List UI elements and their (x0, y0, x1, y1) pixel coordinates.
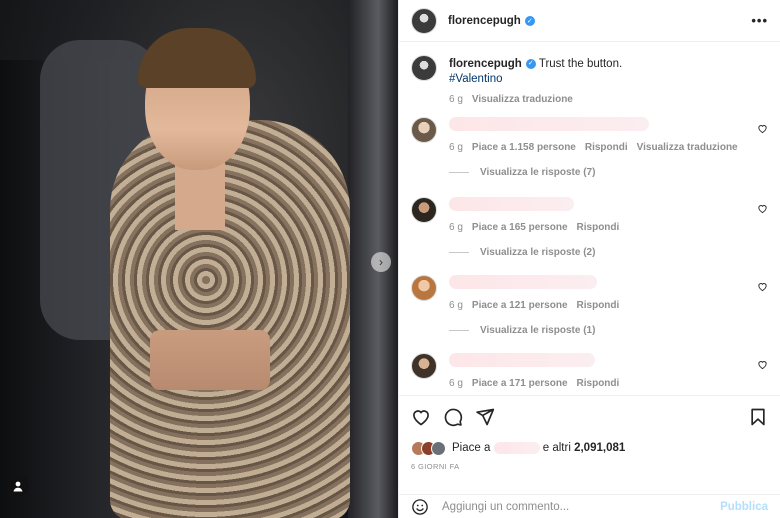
view-replies-label: Visualizza le risposte (2) (480, 247, 596, 258)
commenter-avatar[interactable] (411, 117, 437, 143)
redacted-comment (449, 197, 574, 211)
comment-reply[interactable]: Rispondi (577, 300, 620, 311)
caption-translate[interactable]: Visualizza traduzione (472, 94, 573, 105)
share-send-icon[interactable] (475, 407, 495, 427)
divider (449, 330, 469, 331)
caption-row: florencepugh ✓ Trust the button. #Valenti… (411, 55, 768, 105)
view-replies-button[interactable]: Visualizza le risposte (2) (449, 247, 750, 258)
post-date[interactable]: 6 GIORNI FA (411, 462, 460, 471)
heart-icon[interactable] (757, 203, 768, 214)
liker-avatar (431, 440, 446, 456)
post-photo[interactable]: › (0, 0, 398, 518)
caption-username[interactable]: florencepugh (449, 58, 522, 70)
commenter-avatar[interactable] (411, 275, 437, 301)
instagram-post-modal: › florencepugh ✓ ••• florencepugh ✓ Trust… (0, 0, 780, 518)
likes-count[interactable]: 2,091,081 (574, 442, 625, 454)
photo-midriff (150, 330, 270, 390)
redacted-comment (449, 117, 649, 131)
view-replies-label: Visualizza le risposte (1) (480, 325, 596, 336)
post-sidebar: florencepugh ✓ ••• florencepugh ✓ Trust t… (398, 0, 780, 518)
verified-badge-icon: ✓ (525, 58, 536, 69)
redacted-comment (449, 275, 597, 289)
comment-item: 6 g Piace a 171 persone Rispondi (411, 353, 768, 393)
photo-neck (175, 160, 225, 230)
comment-input[interactable]: Aggiungi un commento... (442, 501, 720, 513)
comment-item: 6 g Piace a 165 persone Rispondi Visuali… (411, 197, 768, 267)
likes-suffix: e altri (542, 442, 571, 455)
author-avatar[interactable] (411, 7, 437, 34)
view-replies-button[interactable]: Visualizza le risposte (7) (449, 167, 750, 178)
liker-avatars (411, 440, 446, 456)
emoji-icon[interactable] (411, 498, 429, 516)
comment-time[interactable]: 6 g (449, 300, 463, 311)
comment-translate[interactable]: Visualizza traduzione (637, 142, 738, 153)
photo-outfit (110, 120, 350, 518)
redacted-comment (449, 353, 595, 367)
comment-reply[interactable]: Rispondi (577, 378, 620, 389)
comment-time[interactable]: 6 g (449, 142, 463, 153)
likes-prefix: Piace a (452, 442, 491, 455)
comment-likes[interactable]: Piace a 121 persone (472, 300, 568, 311)
post-comment-button[interactable]: Pubblica (720, 501, 768, 513)
view-replies-button[interactable]: Visualizza le risposte (1) (449, 325, 750, 336)
comment-likes[interactable]: Piace a 1.158 persone (472, 142, 576, 153)
caption-time[interactable]: 6 g (449, 94, 463, 105)
author-username[interactable]: florencepugh (448, 15, 521, 27)
comments-list[interactable]: florencepugh ✓ Trust the button. #Valenti… (399, 42, 780, 395)
like-heart-icon[interactable] (411, 407, 431, 427)
view-replies-label: Visualizza le risposte (7) (480, 167, 596, 178)
chevron-right-icon: › (379, 255, 383, 269)
comment-bubble-icon[interactable] (443, 407, 463, 427)
heart-icon[interactable] (757, 281, 768, 292)
user-icon (13, 481, 23, 492)
caption-avatar[interactable] (411, 55, 437, 81)
more-options-icon[interactable]: ••• (751, 13, 768, 28)
bookmark-icon[interactable] (748, 407, 768, 427)
likes-text: Piace a e altri 2,091,081 (452, 441, 625, 455)
comment-time[interactable]: 6 g (449, 378, 463, 389)
likes-summary[interactable]: Piace a e altri 2,091,081 (411, 437, 768, 459)
divider (449, 172, 469, 173)
comment-reply[interactable]: Rispondi (585, 142, 628, 153)
redacted-liker (493, 441, 540, 454)
action-bar (399, 395, 780, 437)
carousel-next-button[interactable]: › (371, 252, 391, 272)
commenter-avatar[interactable] (411, 353, 437, 379)
caption-body: Trust the button. (538, 58, 623, 70)
comment-composer: Aggiungi un commento... Pubblica (399, 494, 780, 518)
post-header: florencepugh ✓ ••• (399, 0, 780, 42)
commenter-avatar[interactable] (411, 197, 437, 223)
comment-likes[interactable]: Piace a 165 persone (472, 222, 568, 233)
caption-text: florencepugh ✓ Trust the button. #Valenti… (449, 57, 750, 87)
verified-badge-icon: ✓ (524, 15, 535, 26)
comment-reply[interactable]: Rispondi (577, 222, 620, 233)
caption-meta: 6 g Visualizza traduzione (449, 94, 750, 105)
caption-hashtag[interactable]: #Valentino (449, 73, 503, 85)
comment-likes[interactable]: Piace a 171 persone (472, 378, 568, 389)
heart-icon[interactable] (757, 359, 768, 370)
comment-item: 6 g Piace a 121 persone Rispondi Visuali… (411, 275, 768, 345)
divider (449, 252, 469, 253)
tagged-users-button[interactable] (7, 475, 29, 497)
heart-icon[interactable] (757, 123, 768, 134)
comment-item: 6 g Piace a 1.158 persone Rispondi Visua… (411, 117, 768, 187)
comment-time[interactable]: 6 g (449, 222, 463, 233)
